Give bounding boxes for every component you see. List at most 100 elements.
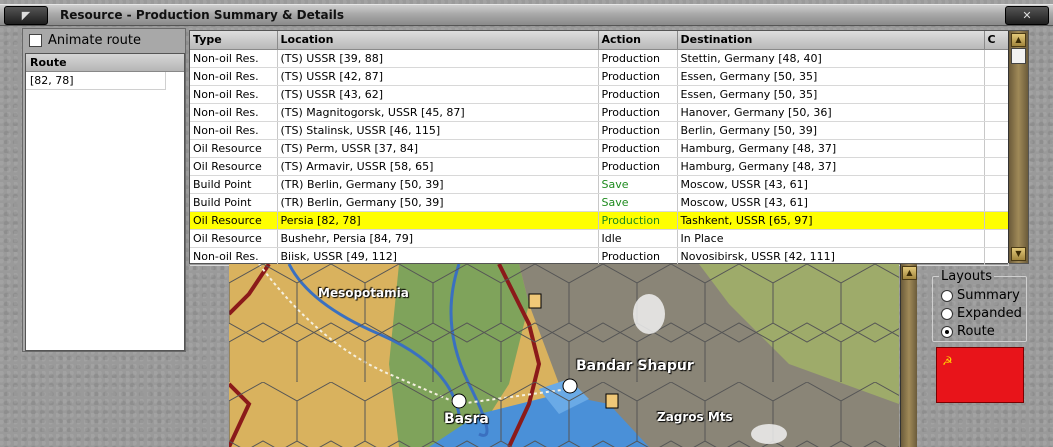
cell-destination: Essen, Germany [50, 35] xyxy=(677,67,985,86)
cell-action: Idle xyxy=(598,229,678,248)
layout-option-expanded[interactable]: Expanded xyxy=(941,306,1022,321)
column-header-location[interactable]: Location xyxy=(277,31,599,50)
hex-map[interactable]: Mesopotamia Bandar Shapur Basra Zagros M… xyxy=(229,264,899,447)
animate-route-checkbox[interactable] xyxy=(29,33,42,47)
cell-location: (TS) USSR [42, 87] xyxy=(277,67,599,86)
cell-action: Production xyxy=(598,103,678,122)
animate-route-toggle[interactable]: Animate route xyxy=(29,31,141,49)
animate-route-label: Animate route xyxy=(48,32,141,48)
table-row[interactable]: Non-oil Res. (TS) USSR [39, 88] Producti… xyxy=(190,49,1009,68)
cell-c xyxy=(984,211,1009,230)
cell-location: (TS) Armavir, USSR [58, 65] xyxy=(277,157,599,176)
production-table: Type Location Action Destination C Non-o… xyxy=(190,31,1009,266)
route-list-item[interactable]: [82, 78] xyxy=(26,72,166,90)
cell-type: Non-oil Res. xyxy=(190,103,278,122)
radio-expanded[interactable] xyxy=(941,307,953,320)
cell-action: Production xyxy=(598,247,678,266)
cell-action: Production xyxy=(598,139,678,158)
scroll-thumb[interactable] xyxy=(1011,48,1026,64)
cell-destination: Hamburg, Germany [48, 37] xyxy=(677,139,985,158)
nation-flag: ☭ xyxy=(936,347,1024,403)
map-scroll-up-arrow-icon[interactable]: ▲ xyxy=(902,266,917,280)
hammer-sickle-icon: ☭ xyxy=(942,354,953,368)
cell-type: Oil Resource xyxy=(190,211,278,230)
cell-c xyxy=(984,175,1009,194)
layouts-group: Layouts Summary Expanded Route xyxy=(932,269,1027,342)
window-title: Resource - Production Summary & Details xyxy=(60,8,344,22)
radio-label: Route xyxy=(957,324,995,339)
cell-action: Production xyxy=(598,67,678,86)
cell-destination: Berlin, Germany [50, 39] xyxy=(677,121,985,140)
column-header-destination[interactable]: Destination xyxy=(677,31,985,50)
layouts-legend: Layouts xyxy=(939,269,994,284)
table-row[interactable]: Non-oil Res. (TS) Stalinsk, USSR [46, 11… xyxy=(190,121,1009,140)
cell-location: Bushehr, Persia [84, 79] xyxy=(277,229,599,248)
scroll-down-arrow-icon[interactable]: ▼ xyxy=(1011,247,1026,261)
layout-option-route[interactable]: Route xyxy=(941,324,995,339)
table-row[interactable]: Oil Resource (TS) Perm, USSR [37, 84] Pr… xyxy=(190,139,1009,158)
cell-c xyxy=(984,247,1009,266)
layout-option-summary[interactable]: Summary xyxy=(941,288,1020,303)
cell-location: Persia [82, 78] xyxy=(277,211,599,230)
cell-destination: Tashkent, USSR [65, 97] xyxy=(677,211,985,230)
route-list: Route [82, 78] xyxy=(25,53,185,351)
column-header-action[interactable]: Action xyxy=(598,31,678,50)
cell-destination: In Place xyxy=(677,229,985,248)
cell-location: (TS) Perm, USSR [37, 84] xyxy=(277,139,599,158)
cell-type: Oil Resource xyxy=(190,157,278,176)
cell-action: Production xyxy=(598,211,678,230)
table-row[interactable]: Build Point (TR) Berlin, Germany [50, 39… xyxy=(190,193,1009,212)
table-row[interactable]: Non-oil Res. (TS) USSR [42, 87] Producti… xyxy=(190,67,1009,86)
column-header-type[interactable]: Type xyxy=(190,31,278,50)
cell-destination: Stettin, Germany [48, 40] xyxy=(677,49,985,68)
cell-location: (TS) Stalinsk, USSR [46, 115] xyxy=(277,121,599,140)
table-row[interactable]: Oil Resource Bushehr, Persia [84, 79] Id… xyxy=(190,229,1009,248)
column-header-c[interactable]: C xyxy=(984,31,1009,50)
cell-type: Oil Resource xyxy=(190,139,278,158)
table-header-row: Type Location Action Destination C xyxy=(190,31,1009,50)
cell-type: Build Point xyxy=(190,193,278,212)
cell-c xyxy=(984,139,1009,158)
route-panel: Animate route Route [82, 78] xyxy=(22,28,186,352)
table-row[interactable]: Build Point (TR) Berlin, Germany [50, 39… xyxy=(190,175,1009,194)
cell-c xyxy=(984,103,1009,122)
map-label-mesopotamia: Mesopotamia xyxy=(318,286,409,300)
minimize-button[interactable]: ◤ xyxy=(4,6,48,25)
cell-location: (TR) Berlin, Germany [50, 39] xyxy=(277,193,599,212)
map-scrollbar[interactable]: ▲ xyxy=(900,264,917,447)
radio-route[interactable] xyxy=(941,325,953,338)
cell-destination: Novosibirsk, USSR [42, 111] xyxy=(677,247,985,266)
table-row-selected[interactable]: Oil Resource Persia [82, 78] Production … xyxy=(190,211,1009,230)
map-label-zagros: Zagros Mts xyxy=(657,410,733,424)
cell-destination: Moscow, USSR [43, 61] xyxy=(677,175,985,194)
cell-c xyxy=(984,229,1009,248)
table-scrollbar[interactable]: ▲ ▼ xyxy=(1008,31,1028,263)
route-header: Route xyxy=(26,54,184,72)
table-row[interactable]: Non-oil Res. Biisk, USSR [49, 112] Produ… xyxy=(190,247,1009,266)
cell-action: Production xyxy=(598,49,678,68)
table-row[interactable]: Oil Resource (TS) Armavir, USSR [58, 65]… xyxy=(190,157,1009,176)
cell-action: Save xyxy=(598,175,678,194)
cell-destination: Moscow, USSR [43, 61] xyxy=(677,193,985,212)
cell-type: Oil Resource xyxy=(190,229,278,248)
cell-location: (TS) USSR [39, 88] xyxy=(277,49,599,68)
radio-label: Expanded xyxy=(957,306,1022,321)
cell-location: (TS) USSR [43, 62] xyxy=(277,85,599,104)
table-row[interactable]: Non-oil Res. (TS) USSR [43, 62] Producti… xyxy=(190,85,1009,104)
production-table-panel: Type Location Action Destination C Non-o… xyxy=(189,30,1029,266)
table-row[interactable]: Non-oil Res. (TS) Magnitogorsk, USSR [45… xyxy=(190,103,1009,122)
cell-action: Save xyxy=(598,193,678,212)
title-bar: ◤ Resource - Production Summary & Detail… xyxy=(0,4,1053,26)
cell-location: (TR) Berlin, Germany [50, 39] xyxy=(277,175,599,194)
cell-destination: Hamburg, Germany [48, 37] xyxy=(677,157,985,176)
cell-c xyxy=(984,67,1009,86)
map-label-basra: Basra xyxy=(444,411,489,427)
cell-destination: Essen, Germany [50, 35] xyxy=(677,85,985,104)
cell-c xyxy=(984,85,1009,104)
cell-c xyxy=(984,193,1009,212)
radio-summary[interactable] xyxy=(941,289,953,302)
cell-type: Non-oil Res. xyxy=(190,67,278,86)
cell-action: Production xyxy=(598,85,678,104)
scroll-up-arrow-icon[interactable]: ▲ xyxy=(1011,33,1026,47)
close-button[interactable]: ✕ xyxy=(1005,6,1049,25)
